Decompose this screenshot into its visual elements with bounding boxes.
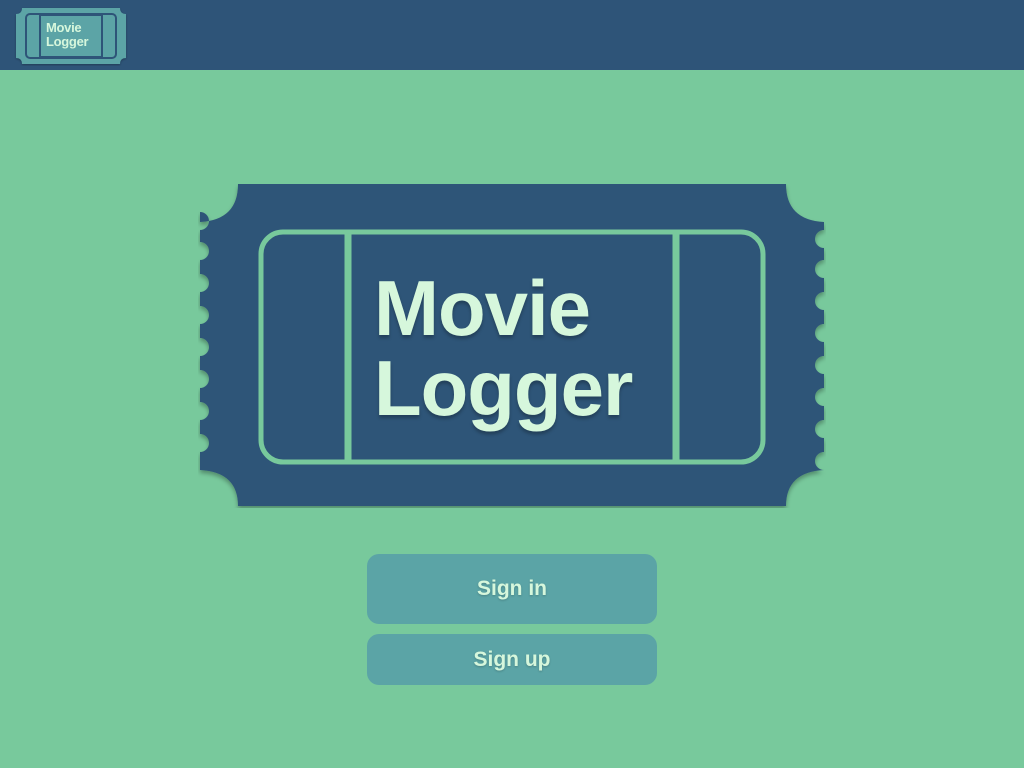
hero-title-line2: Logger (374, 344, 633, 432)
sign-in-button[interactable]: Sign in (367, 554, 657, 624)
hero-title: Movie Logger (374, 264, 633, 432)
header-logo-line1: Movie (46, 20, 82, 35)
app-header: Movie Logger (0, 0, 1024, 70)
header-logo-text: Movie Logger (46, 20, 89, 49)
hero-title-line1: Movie (374, 264, 591, 352)
hero-ticket-logo: Movie Logger (198, 184, 826, 508)
sign-up-button[interactable]: Sign up (367, 634, 657, 685)
header-logo-line2: Logger (46, 34, 89, 49)
header-logo[interactable]: Movie Logger (14, 6, 128, 66)
